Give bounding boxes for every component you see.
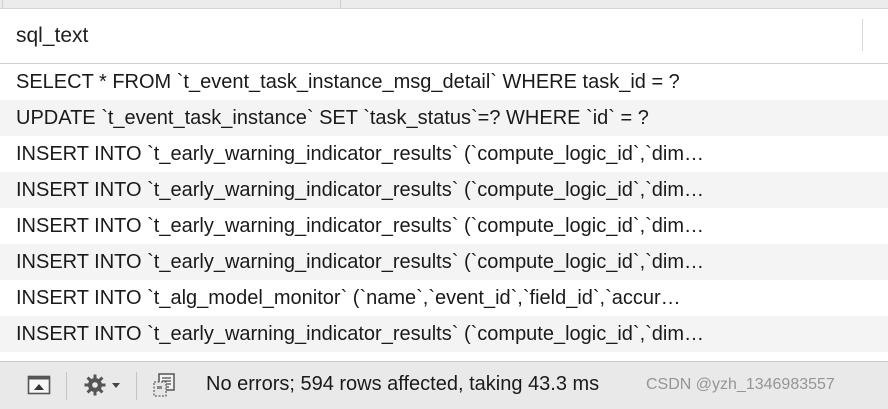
status-message: No errors; 594 rows affected, taking 43.… xyxy=(206,373,600,395)
table-row[interactable]: INSERT INTO `t_early_warning_indicator_r… xyxy=(0,136,888,172)
table-row[interactable]: UPDATE `t_event_task_instance` SET `task… xyxy=(0,100,888,136)
watermark-text: CSDN @yzh_1346983557 xyxy=(646,376,835,393)
column-resize-handle[interactable] xyxy=(862,19,863,51)
table-row[interactable]: INSERT INTO `t_early_warning_indicator_r… xyxy=(0,244,888,280)
column-divider xyxy=(2,0,3,8)
table-row[interactable]: INSERT INTO `t_early_warning_indicator_r… xyxy=(0,316,888,352)
divider xyxy=(66,372,67,400)
table-row[interactable]: INSERT INTO `t_early_warning_indicator_r… xyxy=(0,208,888,244)
column-divider xyxy=(340,0,341,8)
status-bar: No errors; 594 rows affected, taking 43.… xyxy=(0,361,888,409)
chevron-down-icon xyxy=(111,383,120,388)
clipboard-list-icon xyxy=(153,373,175,397)
table-row[interactable]: INSERT INTO `t_early_warning_indicator_r… xyxy=(0,352,888,360)
table-row[interactable]: SELECT * FROM `t_event_task_instance_msg… xyxy=(0,64,888,100)
query-log-button[interactable] xyxy=(146,371,182,399)
top-toolbar-strip xyxy=(0,0,888,9)
result-grid-body[interactable]: SELECT * FROM `t_event_task_instance_msg… xyxy=(0,64,888,360)
table-row[interactable]: INSERT INTO `t_early_warning_indicator_r… xyxy=(0,172,888,208)
result-grid-header: sql_text xyxy=(0,9,888,64)
gear-icon xyxy=(84,374,105,396)
column-header-sql-text[interactable]: sql_text xyxy=(16,24,88,48)
settings-menu-button[interactable] xyxy=(78,371,126,399)
table-row[interactable]: INSERT INTO `t_alg_model_monitor` (`name… xyxy=(0,280,888,316)
panel-toggle-button[interactable] xyxy=(24,371,54,399)
panel-toggle-icon xyxy=(27,375,51,395)
divider xyxy=(136,372,137,400)
